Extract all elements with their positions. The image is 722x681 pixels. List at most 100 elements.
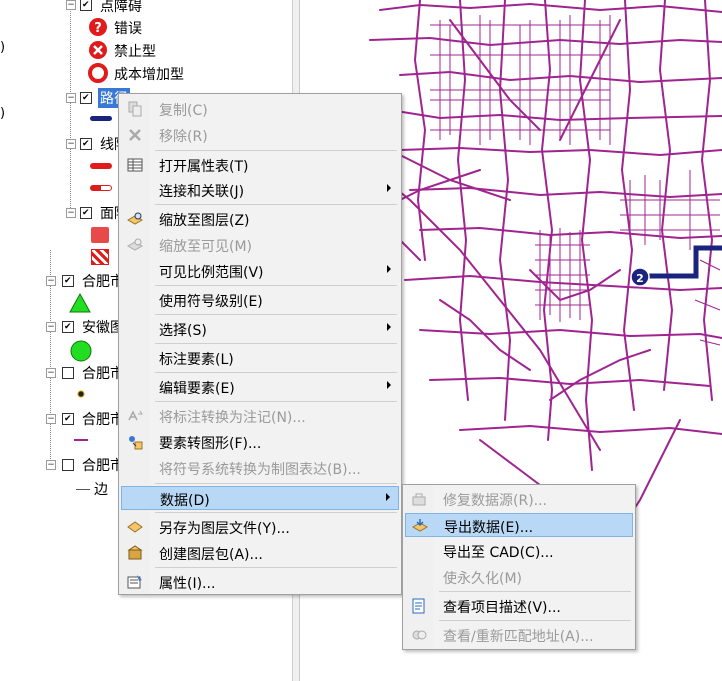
rematch-icon: [412, 630, 427, 640]
cost-symbol-icon: [88, 63, 108, 83]
menu-item-label: 另存为图层文件(Y)...: [159, 521, 290, 537]
menu-item-label: 编辑要素(E): [159, 381, 235, 397]
menu-item-label: 可见比例范围(V): [159, 265, 264, 281]
collapse-toggle[interactable]: −: [66, 208, 76, 218]
collapse-toggle[interactable]: −: [66, 0, 76, 10]
submenu-arrow-icon: [387, 381, 391, 389]
submenu-arrow-icon: [386, 493, 390, 501]
menu-item-label: 复制(C): [159, 103, 208, 119]
menu-item-label: 将标注转换为注记(N)...: [159, 410, 306, 426]
collapse-toggle[interactable]: −: [46, 368, 56, 378]
menu-item-label: 导出至 CAD(C)...: [443, 545, 554, 561]
menu-item-label: 修复数据源(R)...: [443, 493, 548, 509]
layer-visibility-checkbox[interactable]: [80, 0, 92, 11]
copy-icon: [128, 101, 142, 117]
layer-package-icon: [127, 545, 143, 560]
layer-visibility-checkbox[interactable]: [62, 275, 74, 287]
legend-label: 边: [94, 482, 108, 498]
menu-item-repair-data-source[interactable]: 修复数据源(R)...: [405, 487, 633, 511]
legend-label: 错误: [114, 21, 142, 37]
menu-item-convert-symbology[interactable]: 将符号系统转换为制图表达(B)...: [121, 456, 399, 480]
route-stop-label: 2: [636, 272, 644, 285]
collapse-toggle[interactable]: −: [66, 93, 76, 103]
menu-separator: [155, 343, 397, 344]
menu-item-label: 缩放至可见(M): [159, 239, 253, 255]
convert-label-icon: [128, 410, 143, 421]
layer-visibility-checkbox[interactable]: [62, 413, 74, 425]
export-icon: [412, 519, 428, 532]
tree-connector: [70, 0, 71, 212]
submenu-arrow-icon: [387, 323, 391, 331]
menu-item-label: 选择(S): [159, 323, 207, 339]
menu-separator: [155, 285, 397, 286]
menu-item-label: 导出数据(E)...: [444, 520, 534, 536]
menu-separator: [155, 512, 397, 513]
menu-item-label: 数据(D): [160, 493, 210, 509]
layer-visibility-checkbox[interactable]: [62, 367, 74, 379]
menu-item-properties[interactable]: 属性(I)...: [121, 570, 399, 594]
menu-item-label: 查看/重新匹配地址(A)...: [443, 629, 594, 645]
collapse-toggle[interactable]: −: [46, 276, 56, 286]
menu-item-zoom-to-layer[interactable]: 缩放至图层(Z): [121, 207, 399, 231]
layer-visibility-checkbox[interactable]: [62, 459, 74, 471]
menu-separator: [439, 591, 631, 592]
legend-label: 成本增加型: [114, 67, 184, 83]
data-submenu: 修复数据源(R)... 导出数据(E)... 导出至 CAD(C)... 使永久…: [402, 484, 636, 650]
menu-item-create-layer-package[interactable]: 创建图层包(A)...: [121, 541, 399, 565]
layer-label[interactable]: 点障碍: [100, 0, 142, 16]
line-barrier-symbol: [90, 185, 112, 191]
menu-item-convert-features-to-graphics[interactable]: 要素转图形(F)...: [121, 430, 399, 454]
triangle-symbol-icon: [69, 293, 91, 313]
clipped-text: ): [0, 40, 6, 55]
menu-item-label: 查看项目描述(V)...: [443, 600, 561, 616]
menu-item-make-permanent[interactable]: 使永久化(M): [405, 565, 633, 589]
repair-icon: [412, 493, 426, 506]
menu-separator: [155, 372, 397, 373]
menu-item-view-item-description[interactable]: 查看项目描述(V)...: [405, 594, 633, 618]
point-symbol-icon: [77, 390, 85, 398]
table-icon: [127, 158, 143, 172]
menu-item-label: 缩放至图层(Z): [159, 213, 250, 229]
polygon-barrier-symbol: [91, 227, 109, 243]
submenu-arrow-icon: [387, 265, 391, 273]
menu-item-label-features[interactable]: 标注要素(L): [121, 346, 399, 370]
menu-item-save-as-layer-file[interactable]: 另存为图层文件(Y)...: [121, 515, 399, 539]
menu-item-label: 打开属性表(T): [159, 159, 249, 175]
layer-visibility-checkbox[interactable]: [80, 92, 92, 104]
menu-item-label: 移除(R): [159, 129, 208, 145]
menu-item-convert-labels[interactable]: 将标注转换为注记(N)...: [121, 404, 399, 428]
layer-visibility-checkbox[interactable]: [62, 321, 74, 333]
menu-item-label: 属性(I)...: [159, 576, 216, 592]
menu-item-label: 连接和关联(J): [159, 184, 245, 200]
route-line-symbol: [90, 116, 112, 121]
collapse-toggle[interactable]: −: [46, 322, 56, 332]
layer-file-icon: [127, 521, 143, 533]
menu-item-label: 使永久化(M): [443, 571, 523, 587]
menu-item-zoom-to-visible[interactable]: 缩放至可见(M): [121, 233, 399, 257]
menu-item-use-symbol-levels[interactable]: 使用符号级别(E): [121, 288, 399, 312]
legend-label: 禁止型: [114, 44, 156, 60]
polygon-barrier-symbol: [91, 249, 109, 265]
menu-item-open-attribute-table[interactable]: 打开属性表(T): [121, 153, 399, 177]
menu-item-label: 使用符号级别(E): [159, 294, 263, 310]
error-symbol-icon: ?: [89, 18, 107, 36]
edge-line-symbol: [76, 489, 90, 490]
collapse-toggle[interactable]: −: [66, 139, 76, 149]
feature-graphic-icon: [129, 436, 143, 450]
menu-item-edit-features[interactable]: 编辑要素(E): [121, 375, 399, 399]
menu-item-copy[interactable]: 复制(C): [121, 97, 399, 121]
menu-item-export-to-cad[interactable]: 导出至 CAD(C)...: [405, 539, 633, 563]
layer-visibility-checkbox[interactable]: [80, 138, 92, 150]
menu-item-data[interactable]: 数据(D): [121, 486, 399, 510]
menu-item-rematch-addresses[interactable]: 查看/重新匹配地址(A)...: [405, 623, 633, 647]
collapse-toggle[interactable]: −: [46, 460, 56, 470]
menu-item-joins-relates[interactable]: 连接和关联(J): [121, 178, 399, 202]
road-line-symbol: [74, 439, 88, 441]
menu-item-selection[interactable]: 选择(S): [121, 317, 399, 341]
clipped-text: ): [0, 106, 6, 121]
collapse-toggle[interactable]: −: [46, 414, 56, 424]
menu-item-export-data[interactable]: 导出数据(E)...: [405, 513, 633, 537]
menu-item-visible-scale-range[interactable]: 可见比例范围(V): [121, 259, 399, 283]
menu-item-remove[interactable]: 移除(R): [121, 123, 399, 147]
layer-visibility-checkbox[interactable]: [80, 207, 92, 219]
